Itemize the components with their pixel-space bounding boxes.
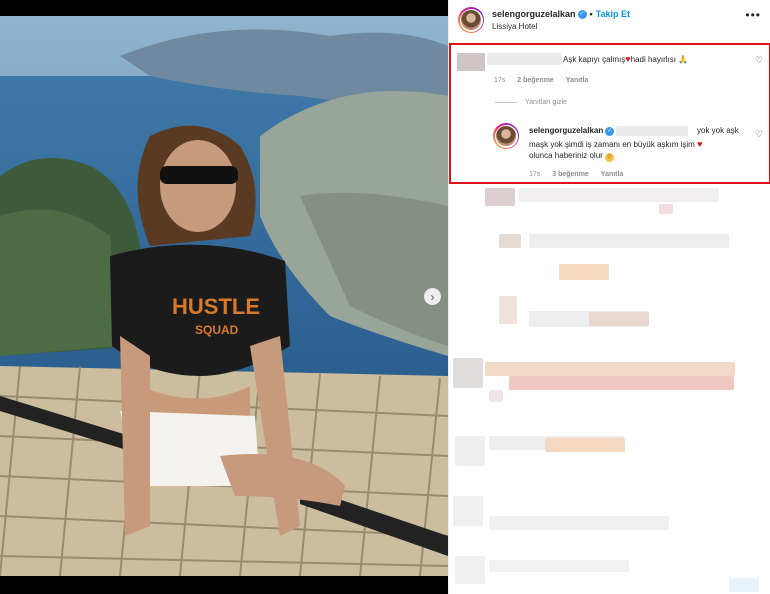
reply-likes[interactable]: 3 beğenme <box>552 171 589 178</box>
reply-reply-button[interactable]: Yanıtla <box>601 171 624 178</box>
more-options-icon[interactable]: ••• <box>745 8 761 22</box>
reply-text-line-1: yok yok aşk <box>697 126 739 135</box>
hide-replies-button[interactable]: Yanıtları gizle <box>495 99 567 106</box>
comment-reply-button[interactable]: Yanıtla <box>566 77 589 84</box>
comment-meta: 17s 2 beğenme Yanıtla <box>494 77 598 84</box>
post-photo: HUSTLE SQUAD › <box>0 0 448 594</box>
verified-badge-icon: ✓ <box>605 126 615 136</box>
heart-outline-icon[interactable]: ♡ <box>755 55 763 66</box>
comment-text: Aşk kapıyı çalmış♥hadi hayırlısı 🙏 <box>563 54 689 64</box>
reply-time: 17s <box>529 171 541 178</box>
shirt-text: HUSTLE <box>172 294 260 319</box>
follow-button[interactable]: Takip Et <box>596 9 630 19</box>
comment-likes[interactable]: 2 beğenme <box>517 77 554 84</box>
verified-badge-icon: ✓ <box>577 10 587 20</box>
chevron-right-icon: › <box>430 289 435 304</box>
reply-author-line: selengorguzelalkan ✓ <box>529 126 689 136</box>
commenter-avatar[interactable] <box>457 53 485 71</box>
next-photo-button[interactable]: › <box>424 288 441 305</box>
praying-hands-icon: 🙏 <box>678 55 689 64</box>
highlighted-comment-thread: Aşk kapıyı çalmış♥hadi hayırlısı 🙏 ♡ 17s… <box>449 43 770 184</box>
blurred-comments <box>449 186 770 594</box>
reply-meta: 17s 3 beğenme Yanıtla <box>529 171 633 178</box>
reply-username[interactable]: selengorguzelalkan <box>529 126 603 135</box>
author-avatar[interactable] <box>458 7 484 33</box>
reply-author-avatar[interactable] <box>493 123 519 149</box>
red-heart-icon: ♥ <box>697 139 703 149</box>
photo-scene: HUSTLE SQUAD <box>0 16 448 576</box>
author-username[interactable]: selengorguzelalkan <box>492 9 576 19</box>
location-link[interactable]: Lissiya Hotel <box>492 22 537 31</box>
comment-time: 17s <box>494 77 506 84</box>
shirt-text-2: SQUAD <box>195 323 239 337</box>
post-sidebar: selengorguzelalkan ✓ • Takip Et Lissiya Hot… <box>448 0 770 594</box>
reply-text-line-3: olunca haberiniz olur ☺ <box>529 151 615 162</box>
heart-outline-icon[interactable]: ♡ <box>755 129 763 140</box>
smiling-face-icon: ☺ <box>605 153 615 162</box>
commenter-name-redacted[interactable] <box>487 53 561 65</box>
reply-text-line-2: maşk yok şimdi iş zamanı en büyük aşkım … <box>529 139 703 149</box>
author-line: selengorguzelalkan ✓ • Takip Et <box>492 9 631 20</box>
post-header: selengorguzelalkan ✓ • Takip Et Lissiya Hot… <box>449 0 770 42</box>
mention-redacted[interactable] <box>616 126 689 136</box>
